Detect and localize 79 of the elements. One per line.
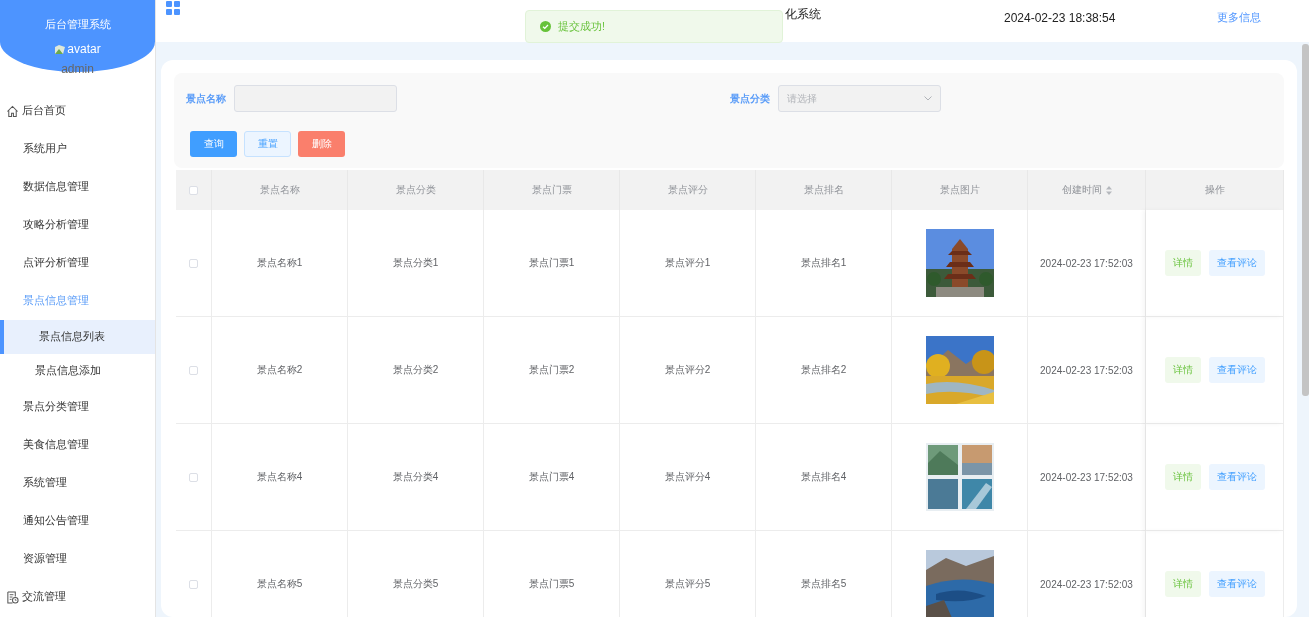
menu-item[interactable]: 数据信息管理 xyxy=(0,168,155,206)
menu-item[interactable]: 资源管理 xyxy=(0,540,155,578)
table-cell: 景点排名2 xyxy=(756,317,892,424)
details-button[interactable]: 详情 xyxy=(1164,464,1201,490)
document-icon xyxy=(6,590,19,604)
table-cell: 景点名称1 xyxy=(212,210,348,317)
submenu-item[interactable]: 景点信息添加 xyxy=(0,354,155,388)
view-comments-button[interactable]: 查看评论 xyxy=(1208,571,1265,597)
column-header: 景点名称 xyxy=(212,170,348,210)
table-cell: 2024-02-23 17:52:03 xyxy=(1028,317,1146,424)
field-label: 景点名称 xyxy=(186,91,226,106)
sort-icon[interactable] xyxy=(1105,185,1112,195)
table-cell: 景点排名4 xyxy=(756,424,892,531)
table-cell: 景点分类1 xyxy=(348,210,484,317)
table-cell: 景点名称2 xyxy=(212,317,348,424)
checkbox[interactable] xyxy=(189,258,198,268)
column-header: 景点分类 xyxy=(348,170,484,210)
table-cell: 景点门票5 xyxy=(484,531,620,617)
more-info-link[interactable]: 更多信息 xyxy=(1217,11,1262,25)
input-field[interactable] xyxy=(234,85,397,112)
check-circle-icon xyxy=(540,21,551,32)
checkbox[interactable] xyxy=(189,185,198,195)
datetime: 2024-02-23 18:38:54 xyxy=(1004,11,1116,25)
column-header: 景点排名 xyxy=(756,170,892,210)
delete-button[interactable]: 删除 xyxy=(298,131,345,157)
column-header: 景点门票 xyxy=(484,170,620,210)
menu-item[interactable]: 景点信息管理 xyxy=(0,282,155,320)
details-button[interactable]: 详情 xyxy=(1164,357,1201,383)
table-cell: 景点门票2 xyxy=(484,317,620,424)
broken-image-icon xyxy=(54,44,67,55)
menu-item[interactable]: 系统管理 xyxy=(0,464,155,502)
table-cell: 2024-02-23 17:52:03 xyxy=(1028,531,1146,617)
menu-item[interactable]: 系统用户 xyxy=(0,130,155,168)
menu-item[interactable]: 通知公告管理 xyxy=(0,502,155,540)
menu-item[interactable]: 景点分类管理 xyxy=(0,388,155,426)
search-button[interactable]: 查询 xyxy=(190,131,237,157)
checkbox[interactable] xyxy=(189,579,198,589)
table-cell: 景点评分2 xyxy=(620,317,756,424)
table-cell: 景点评分5 xyxy=(620,531,756,617)
submenu-item[interactable]: 景点信息列表 xyxy=(0,320,155,354)
table-cell: 景点评分1 xyxy=(620,210,756,317)
table-cell: 景点名称4 xyxy=(212,424,348,531)
column-header: 景点图片 xyxy=(892,170,1028,210)
menu-item[interactable]: 交流管理 xyxy=(0,578,155,616)
checkbox[interactable] xyxy=(189,365,198,375)
table-cell: 景点分类5 xyxy=(348,531,484,617)
column-header: 操作 xyxy=(1146,170,1284,210)
chevron-down-icon xyxy=(924,96,932,101)
details-button[interactable]: 详情 xyxy=(1164,250,1201,276)
view-comments-button[interactable]: 查看评论 xyxy=(1208,357,1265,383)
toast-message: 提交成功! xyxy=(558,19,605,34)
details-button[interactable]: 详情 xyxy=(1164,571,1201,597)
menu-item[interactable]: 点评分析管理 xyxy=(0,244,155,282)
avatar-alt-text: avatar xyxy=(67,43,101,56)
scrollbar[interactable] xyxy=(1302,44,1309,396)
table-cell: 景点分类2 xyxy=(348,317,484,424)
view-comments-button[interactable]: 查看评论 xyxy=(1208,464,1265,490)
field-label: 景点分类 xyxy=(730,91,770,106)
menu-item[interactable]: 攻略分析管理 xyxy=(0,206,155,244)
app-title: 后台管理系统 xyxy=(44,17,111,32)
table-cell: 景点门票1 xyxy=(484,210,620,317)
column-header: 景点评分 xyxy=(620,170,756,210)
column-header[interactable]: 创建时间 xyxy=(1028,170,1146,210)
table-cell: 景点评分4 xyxy=(620,424,756,531)
table-cell: 2024-02-23 17:52:03 xyxy=(1028,424,1146,531)
table-cell: 景点分类4 xyxy=(348,424,484,531)
table-cell: 景点排名5 xyxy=(756,531,892,617)
reset-button[interactable]: 重置 xyxy=(244,131,291,157)
table-cell: 景点门票4 xyxy=(484,424,620,531)
menu-item[interactable]: 后台首页 xyxy=(0,92,155,130)
table-cell: 景点名称5 xyxy=(212,531,348,617)
grid-icon[interactable] xyxy=(166,1,180,15)
table-cell: 2024-02-23 17:52:03 xyxy=(1028,210,1146,317)
checkbox[interactable] xyxy=(189,472,198,482)
menu-item[interactable]: 美食信息管理 xyxy=(0,426,155,464)
table-cell: 景点排名1 xyxy=(756,210,892,317)
view-comments-button[interactable]: 查看评论 xyxy=(1208,250,1265,276)
page-title: 化系统 xyxy=(785,5,821,23)
home-icon xyxy=(6,104,19,118)
